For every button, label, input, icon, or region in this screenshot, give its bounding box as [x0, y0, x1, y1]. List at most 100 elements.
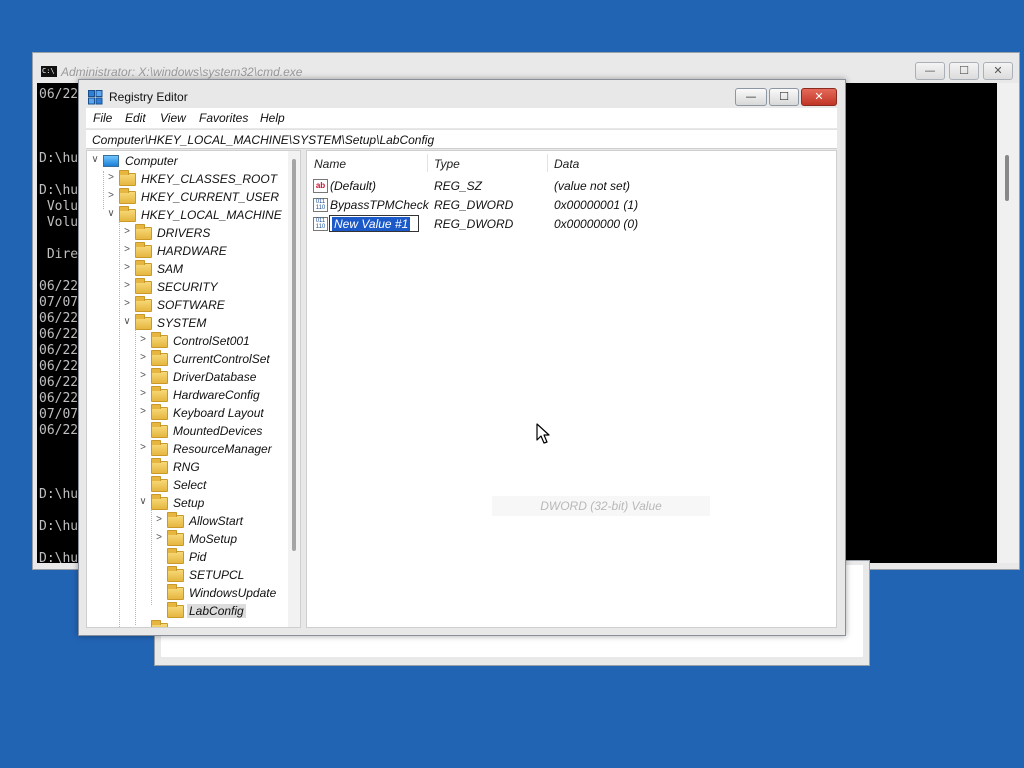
column-separator[interactable] [427, 154, 428, 172]
tree-pid[interactable]: Pid [87, 548, 287, 567]
expand-chevron-icon[interactable]: > [138, 388, 148, 399]
tree-item-label: SYSTEM [157, 316, 207, 330]
cmd-scrollbar[interactable] [997, 83, 1019, 563]
value-row-new-value[interactable]: 011 110 New Value #1 REG_DWORD 0x00000000… [307, 215, 836, 234]
cmd-close-button[interactable]: ✕ [983, 62, 1013, 80]
tree-item-label: HardwareConfig [173, 388, 260, 402]
tree-scrollbar[interactable] [288, 151, 300, 627]
tree-drivers[interactable]: > DRIVERS [87, 224, 287, 243]
tree-setup[interactable]: ∨ Setup [87, 494, 287, 513]
column-header-type[interactable]: Type [434, 157, 460, 171]
collapse-chevron-icon[interactable]: ∨ [106, 208, 116, 219]
expand-chevron-icon[interactable]: > [106, 190, 116, 201]
menu-favorites[interactable]: Favorites [199, 111, 248, 125]
tree-item-label: AllowStart [189, 514, 244, 528]
tree-resourcemanager[interactable]: > ResourceManager [87, 440, 287, 459]
folder-icon [151, 422, 168, 438]
cmd-maximize-button[interactable]: ☐ [949, 62, 979, 80]
console-line: 06/22 [39, 327, 79, 342]
tree-currentcontrolset[interactable]: > CurrentControlSet [87, 350, 287, 369]
close-button[interactable]: ✕ [801, 88, 837, 106]
tree-item-label: MoSetup [189, 532, 238, 546]
value-data: (value not set) [554, 179, 631, 193]
cmd-scrollbar-thumb[interactable] [1005, 155, 1009, 201]
column-separator[interactable] [547, 154, 548, 172]
tree-software[interactable]: > SOFTWARE [87, 296, 287, 315]
tree-item-label: Setup [173, 496, 205, 510]
console-line: 06/22 [39, 311, 79, 326]
expand-chevron-icon[interactable]: > [122, 280, 132, 291]
tree-keyboard-layout[interactable]: > Keyboard Layout [87, 404, 287, 423]
tree-item-label: SOFTWARE [157, 298, 225, 312]
tree-labconfig[interactable]: LabConfig [87, 602, 287, 621]
value-row-default[interactable]: ab (Default) REG_SZ (value not set) [307, 177, 836, 196]
minimize-button[interactable]: — [735, 88, 767, 106]
collapse-chevron-icon[interactable]: ∨ [138, 496, 148, 507]
tree-security[interactable]: > SECURITY [87, 278, 287, 297]
string-value-icon: ab [313, 179, 328, 193]
expand-chevron-icon[interactable]: > [138, 352, 148, 363]
tree-rng[interactable]: RNG [87, 458, 287, 477]
column-header-name[interactable]: Name [314, 157, 346, 171]
expand-chevron-icon[interactable]: > [122, 262, 132, 273]
tree-system[interactable]: ∨ SYSTEM [87, 314, 287, 333]
cmd-minimize-button[interactable]: — [915, 62, 945, 80]
folder-icon [151, 440, 168, 456]
column-header-data[interactable]: Data [554, 157, 579, 171]
expand-chevron-icon[interactable]: > [138, 406, 148, 417]
tree-scrollbar-thumb[interactable] [292, 159, 296, 551]
registry-editor-icon [88, 90, 103, 105]
menu-edit[interactable]: Edit [125, 111, 146, 125]
tree-mounteddevices[interactable]: MountedDevices [87, 422, 287, 441]
expand-chevron-icon[interactable]: > [138, 442, 148, 453]
tree-pane[interactable]: ∨ Computer > HKEY_CLASSES_ROOT > HKEY_CURRENT… [86, 150, 301, 628]
expand-chevron-icon[interactable]: > [154, 514, 164, 525]
collapse-chevron-icon[interactable]: ∨ [90, 154, 100, 165]
tree-item-label: LabConfig [187, 604, 246, 618]
menu-help[interactable]: Help [260, 111, 285, 125]
tree-hardwareconfig[interactable]: > HardwareConfig [87, 386, 287, 405]
collapse-chevron-icon[interactable]: ∨ [122, 316, 132, 327]
tree-setupcl[interactable]: SETUPCL [87, 566, 287, 585]
folder-icon [167, 530, 184, 546]
menu-view[interactable]: View [160, 111, 186, 125]
expand-chevron-icon[interactable]: > [138, 370, 148, 381]
tree-item-label: SECURITY [157, 280, 218, 294]
address-bar[interactable]: Computer\HKEY_LOCAL_MACHINE\SYSTEM\Setup… [86, 129, 837, 149]
tree-partial-item[interactable] [87, 620, 287, 627]
tree-controlset001[interactable]: > ControlSet001 [87, 332, 287, 351]
value-row-bypasstpmcheck[interactable]: 011 110 BypassTPMCheck REG_DWORD 0x000000… [307, 196, 836, 215]
tree-computer[interactable]: ∨ Computer [87, 153, 287, 171]
tree-windowsupdate[interactable]: WindowsUpdate [87, 584, 287, 603]
tree-item-label: SAM [157, 262, 184, 276]
tree-select[interactable]: Select [87, 476, 287, 495]
console-line: 06/22 [39, 359, 79, 374]
folder-icon [135, 296, 152, 312]
expand-chevron-icon[interactable]: > [154, 532, 164, 543]
tree-driverdatabase[interactable]: > DriverDatabase [87, 368, 287, 387]
expand-chevron-icon[interactable]: > [122, 298, 132, 309]
tree-hkey-classes-root[interactable]: > HKEY_CLASSES_ROOT [87, 170, 287, 189]
folder-icon [119, 170, 136, 186]
tree-hkey-current-user[interactable]: > HKEY_CURRENT_USER [87, 188, 287, 207]
tree-item-label: Keyboard Layout [173, 406, 264, 420]
tree-hardware[interactable]: > HARDWARE [87, 242, 287, 261]
console-line: 07/07 [39, 295, 79, 310]
rename-value-selected-text: New Value #1 [332, 217, 411, 231]
folder-icon [135, 260, 152, 276]
values-pane[interactable]: Name Type Data ab (Default) REG_SZ (valu… [306, 150, 837, 628]
maximize-button[interactable]: ☐ [769, 88, 799, 106]
tree-item-label: HKEY_LOCAL_MACHINE [141, 208, 282, 222]
console-line: D:\hu [39, 519, 79, 534]
expand-chevron-icon[interactable]: > [122, 244, 132, 255]
menu-file[interactable]: File [93, 111, 112, 125]
tree-hkey-local-machine[interactable]: ∨ HKEY_LOCAL_MACHINE [87, 206, 287, 225]
rename-value-input[interactable]: New Value #1 [329, 215, 419, 232]
tree-mosetup[interactable]: > MoSetup [87, 530, 287, 549]
expand-chevron-icon[interactable]: > [122, 226, 132, 237]
tree-sam[interactable]: > SAM [87, 260, 287, 279]
tree-allowstart[interactable]: > AllowStart [87, 512, 287, 531]
expand-chevron-icon[interactable]: > [138, 334, 148, 345]
expand-chevron-icon[interactable]: > [106, 172, 116, 183]
console-line: D:\hu [39, 487, 79, 502]
